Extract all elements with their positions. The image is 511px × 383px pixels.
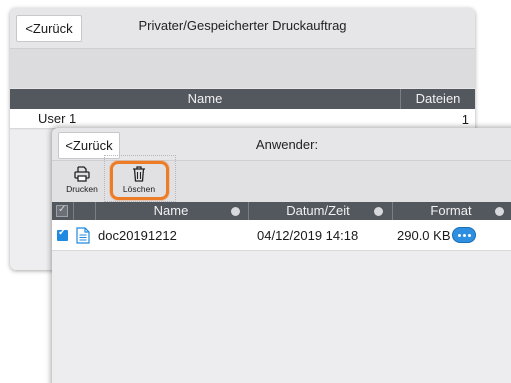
user-jobs-body	[52, 251, 511, 383]
table-row[interactable]: doc20191212 04/12/2019 14:18 290.0 KB	[52, 220, 511, 251]
print-label: Drucken	[66, 184, 98, 194]
job-list-titlebar: Privater/Gespeicherter Druckauftrag <Zur…	[10, 8, 475, 48]
column-header-name[interactable]: Name	[96, 202, 246, 220]
column-divider	[73, 202, 74, 220]
row-checkbox[interactable]	[57, 227, 68, 241]
document-name: doc20191212	[98, 228, 177, 243]
column-header-format[interactable]: Format	[392, 202, 510, 220]
document-icon	[76, 227, 90, 244]
user-jobs-window: Anwender: <Zurück Drucken Löschen Name	[52, 128, 511, 383]
printer-icon	[74, 166, 90, 182]
sort-icon[interactable]	[495, 207, 504, 216]
column-header-date[interactable]: Datum/Zeit	[248, 202, 388, 220]
sort-icon[interactable]	[374, 207, 383, 216]
table-row[interactable]: User 1 1	[10, 109, 475, 129]
user-name: User 1	[38, 111, 77, 126]
print-button[interactable]: Drucken	[57, 163, 107, 201]
column-header-name[interactable]: Name	[10, 89, 400, 109]
job-list-toolbar	[10, 48, 475, 88]
more-options-icon[interactable]	[452, 227, 476, 243]
job-list-header: Name Dateien	[10, 89, 475, 109]
document-date: 04/12/2019 14:18	[257, 228, 359, 243]
select-all-checkbox[interactable]	[56, 204, 68, 217]
sort-icon[interactable]	[231, 207, 240, 216]
column-header-files[interactable]: Dateien	[400, 89, 475, 109]
back-button[interactable]: <Zurück	[16, 15, 82, 42]
user-jobs-header: Name Datum/Zeit Format	[52, 202, 511, 220]
document-size: 290.0 KB	[397, 228, 451, 243]
delete-highlight	[110, 161, 169, 200]
